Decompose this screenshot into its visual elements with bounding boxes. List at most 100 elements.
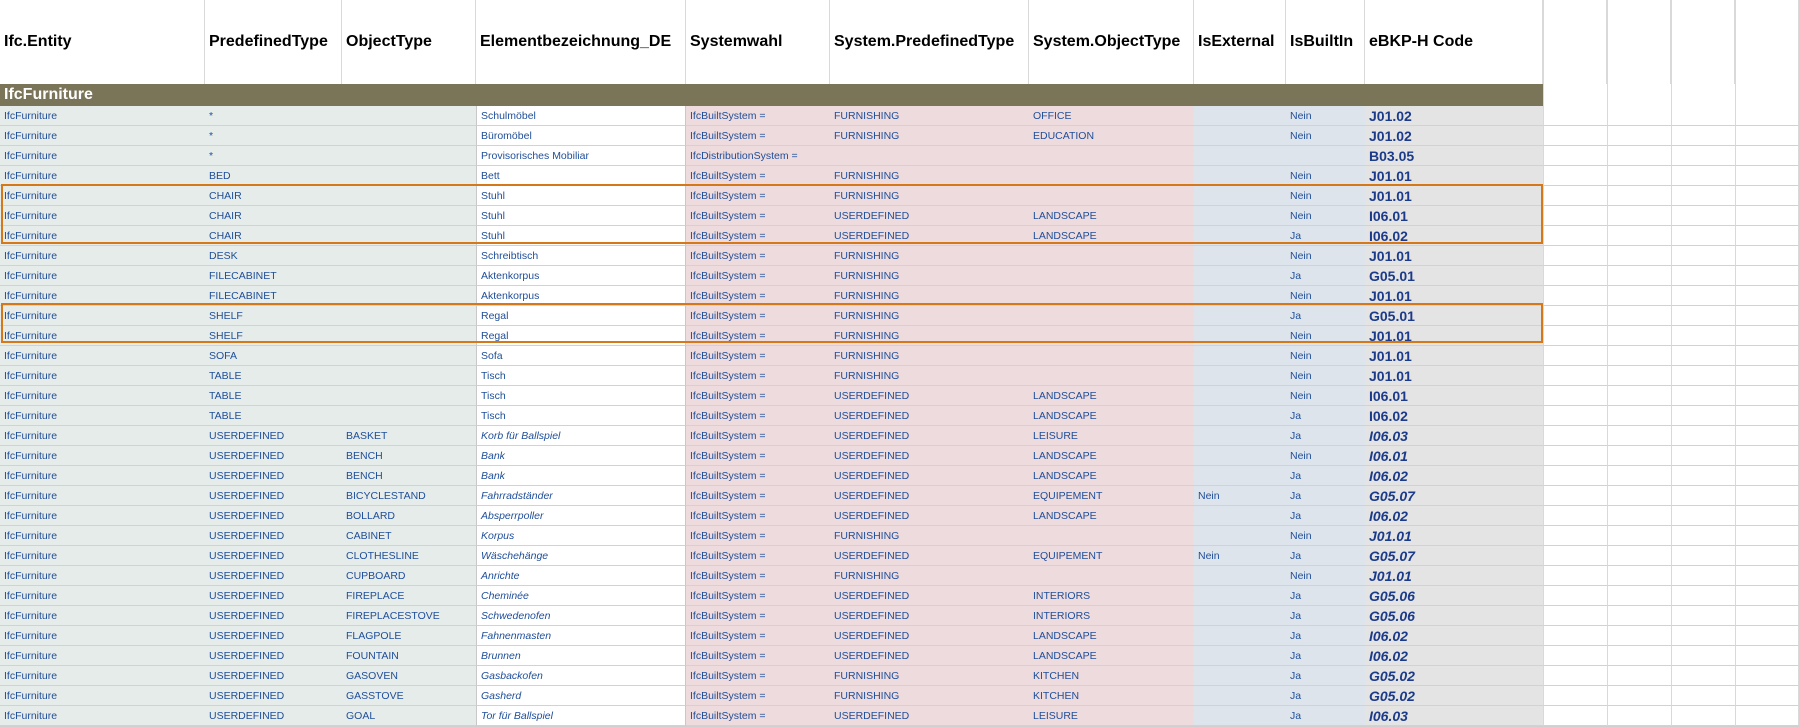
empty-cell[interactable] [1543, 586, 1607, 606]
cell-predefined-type[interactable]: USERDEFINED [205, 446, 342, 466]
cell-predefined-type[interactable]: USERDEFINED [205, 466, 342, 486]
cell-is-external[interactable] [1194, 326, 1286, 346]
cell-systemwahl[interactable]: IfcBuiltSystem = [686, 586, 830, 606]
cell-systemwahl[interactable]: IfcBuiltSystem = [686, 346, 830, 366]
cell-ifc-entity[interactable]: IfcFurniture [0, 186, 205, 206]
cell-elementbezeichnung[interactable]: Gasbackofen [476, 666, 686, 686]
cell-is-built-in[interactable]: Nein [1286, 246, 1365, 266]
cell-is-built-in[interactable]: Ja [1286, 486, 1365, 506]
cell-system-predefined-type[interactable]: FURNISHING [830, 286, 1029, 306]
empty-cell[interactable] [1607, 646, 1671, 666]
empty-cell[interactable] [1543, 706, 1607, 726]
cell-object-type[interactable]: BENCH [342, 466, 476, 486]
cell-ifc-entity[interactable]: IfcFurniture [0, 126, 205, 146]
cell-elementbezeichnung[interactable]: Cheminée [476, 586, 686, 606]
empty-cell[interactable] [1671, 166, 1735, 186]
table-row[interactable]: IfcFurniture USERDEFINED CLOTHESLINE Wäsche… [0, 546, 1799, 567]
cell-is-external[interactable] [1194, 306, 1286, 326]
cell-ifc-entity[interactable]: IfcFurniture [0, 586, 205, 606]
empty-cell[interactable] [1607, 326, 1671, 346]
cell-systemwahl[interactable]: IfcBuiltSystem = [686, 206, 830, 226]
cell-is-built-in[interactable]: Ja [1286, 606, 1365, 626]
cell-elementbezeichnung[interactable]: Bank [476, 466, 686, 486]
cell-system-object-type[interactable]: INTERIORS [1029, 606, 1194, 626]
cell-system-predefined-type[interactable]: USERDEFINED [830, 706, 1029, 726]
cell-object-type[interactable] [342, 226, 476, 246]
cell-system-predefined-type[interactable] [830, 146, 1029, 166]
cell-system-predefined-type[interactable]: FURNISHING [830, 306, 1029, 326]
cell-system-predefined-type[interactable]: USERDEFINED [830, 386, 1029, 406]
empty-cell[interactable] [1607, 666, 1671, 686]
empty-cell[interactable] [1735, 206, 1799, 226]
cell-ifc-entity[interactable]: IfcFurniture [0, 466, 205, 486]
cell-is-external[interactable] [1194, 686, 1286, 706]
cell-ifc-entity[interactable]: IfcFurniture [0, 386, 205, 406]
cell-is-external[interactable] [1194, 706, 1286, 726]
cell-ebkp-h-code[interactable]: J01.01 [1365, 346, 1543, 366]
cell-predefined-type[interactable]: SHELF [205, 326, 342, 346]
cell-elementbezeichnung[interactable]: Fahrradständer [476, 486, 686, 506]
cell-predefined-type[interactable]: USERDEFINED [205, 526, 342, 546]
table-row[interactable]: IfcFurniture USERDEFINED GOAL Tor für Balls… [0, 706, 1799, 727]
cell-object-type[interactable]: GASOVEN [342, 666, 476, 686]
cell-ebkp-h-code[interactable]: I06.02 [1365, 646, 1543, 666]
empty-cell[interactable] [1607, 526, 1671, 546]
cell-ifc-entity[interactable]: IfcFurniture [0, 526, 205, 546]
cell-is-built-in[interactable]: Nein [1286, 346, 1365, 366]
cell-elementbezeichnung[interactable]: Sofa [476, 346, 686, 366]
cell-system-object-type[interactable] [1029, 166, 1194, 186]
cell-system-predefined-type[interactable]: FURNISHING [830, 246, 1029, 266]
empty-cell[interactable] [1735, 346, 1799, 366]
cell-elementbezeichnung[interactable]: Stuhl [476, 206, 686, 226]
cell-is-external[interactable] [1194, 106, 1286, 126]
empty-cell[interactable] [1735, 266, 1799, 286]
empty-cell[interactable] [1607, 366, 1671, 386]
cell-object-type[interactable]: CABINET [342, 526, 476, 546]
empty-cell[interactable] [1543, 146, 1607, 166]
empty-cell[interactable] [1543, 386, 1607, 406]
cell-is-built-in[interactable]: Nein [1286, 126, 1365, 146]
empty-cell[interactable] [1543, 206, 1607, 226]
cell-is-external[interactable] [1194, 666, 1286, 686]
empty-cell[interactable] [1607, 84, 1671, 106]
cell-is-built-in[interactable]: Nein [1286, 526, 1365, 546]
table-row[interactable]: IfcFurniture * Schulmöbel IfcBuiltSystem = F… [0, 106, 1799, 127]
cell-systemwahl[interactable]: IfcBuiltSystem = [686, 226, 830, 246]
header-is-external[interactable]: IsExternal [1194, 0, 1286, 84]
cell-predefined-type[interactable]: USERDEFINED [205, 566, 342, 586]
cell-predefined-type[interactable]: USERDEFINED [205, 686, 342, 706]
cell-predefined-type[interactable]: FILECABINET [205, 286, 342, 306]
empty-cell[interactable] [1607, 486, 1671, 506]
cell-system-predefined-type[interactable]: FURNISHING [830, 666, 1029, 686]
cell-systemwahl[interactable]: IfcBuiltSystem = [686, 506, 830, 526]
cell-systemwahl[interactable]: IfcDistributionSystem = [686, 146, 830, 166]
cell-object-type[interactable] [342, 386, 476, 406]
table-row[interactable]: IfcFurniture USERDEFINED FLAGPOLE Fahnenmas… [0, 626, 1799, 647]
cell-systemwahl[interactable]: IfcBuiltSystem = [686, 186, 830, 206]
cell-is-external[interactable] [1194, 386, 1286, 406]
cell-ifc-entity[interactable]: IfcFurniture [0, 266, 205, 286]
cell-systemwahl[interactable]: IfcBuiltSystem = [686, 406, 830, 426]
cell-predefined-type[interactable]: USERDEFINED [205, 486, 342, 506]
cell-system-object-type[interactable]: EQUIPEMENT [1029, 486, 1194, 506]
cell-ebkp-h-code[interactable]: I06.03 [1365, 706, 1543, 726]
empty-cell[interactable] [1607, 546, 1671, 566]
cell-system-predefined-type[interactable]: FURNISHING [830, 566, 1029, 586]
empty-cell[interactable] [1671, 366, 1735, 386]
cell-ebkp-h-code[interactable]: G05.01 [1365, 266, 1543, 286]
cell-ifc-entity[interactable]: IfcFurniture [0, 706, 205, 726]
cell-system-predefined-type[interactable]: USERDEFINED [830, 646, 1029, 666]
cell-object-type[interactable]: CUPBOARD [342, 566, 476, 586]
empty-cell[interactable] [1671, 626, 1735, 646]
cell-ifc-entity[interactable]: IfcFurniture [0, 106, 205, 126]
cell-system-object-type[interactable] [1029, 146, 1194, 166]
cell-system-predefined-type[interactable]: USERDEFINED [830, 506, 1029, 526]
cell-is-external[interactable] [1194, 646, 1286, 666]
empty-cell[interactable] [1543, 326, 1607, 346]
empty-cell[interactable] [1671, 266, 1735, 286]
cell-ifc-entity[interactable]: IfcFurniture [0, 566, 205, 586]
cell-is-external[interactable] [1194, 426, 1286, 446]
empty-cell[interactable] [1671, 84, 1735, 106]
cell-elementbezeichnung[interactable]: Tisch [476, 386, 686, 406]
cell-ifc-entity[interactable]: IfcFurniture [0, 626, 205, 646]
